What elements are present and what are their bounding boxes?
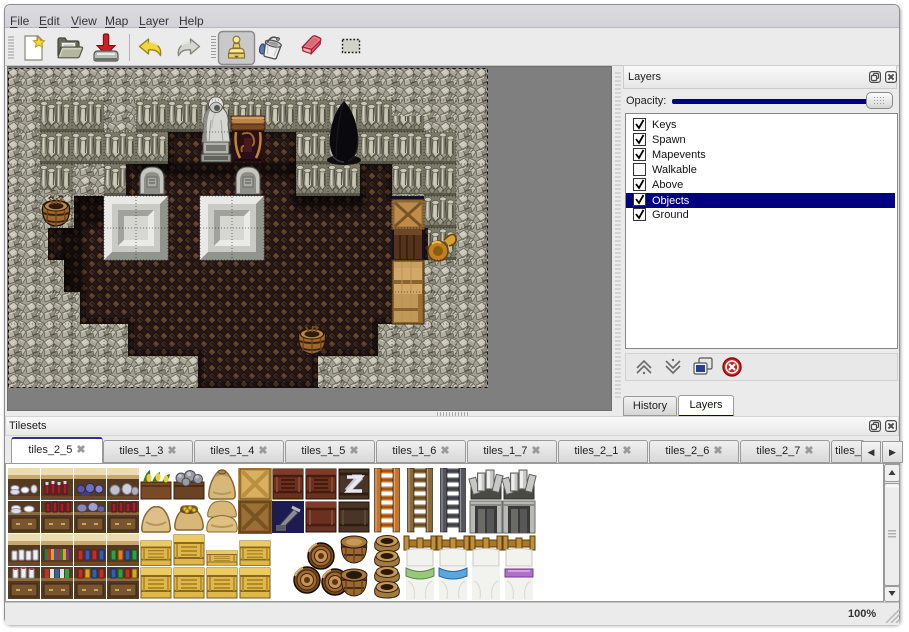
svg-text:Spawn: Spawn — [652, 134, 686, 146]
svg-text:Objects: Objects — [652, 195, 690, 207]
svg-text:Mapevents: Mapevents — [652, 149, 706, 161]
svg-text:Walkable: Walkable — [652, 164, 697, 176]
svg-text:Ground: Ground — [652, 209, 689, 221]
svg-text:Keys: Keys — [652, 119, 677, 131]
svg-text:Above: Above — [652, 179, 683, 191]
